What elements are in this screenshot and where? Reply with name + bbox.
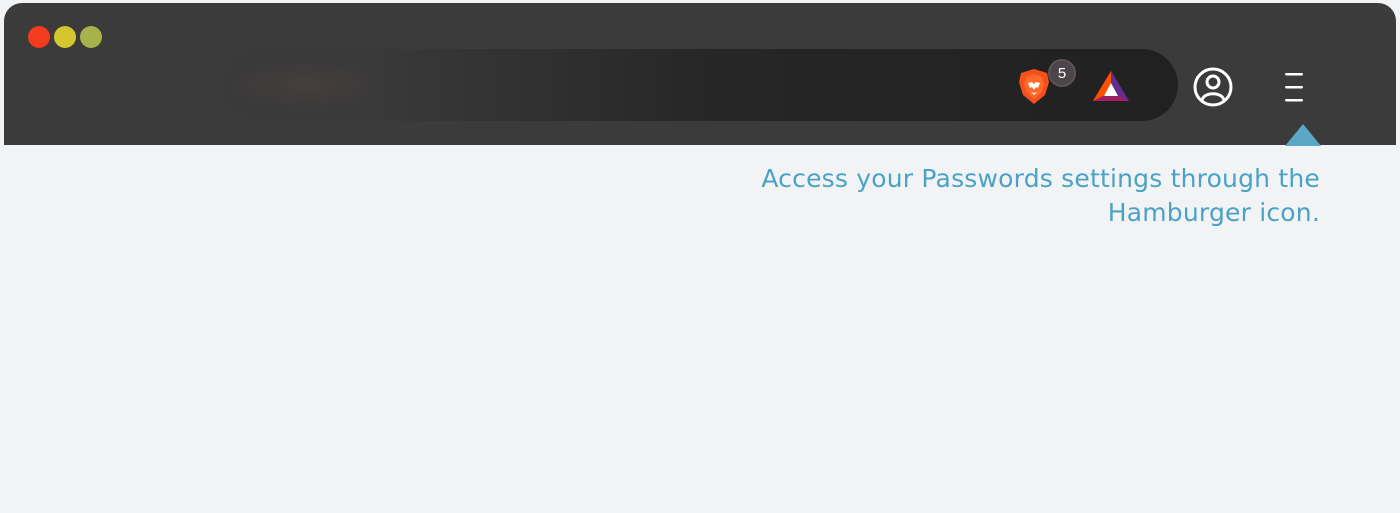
address-bar-blur bbox=[222, 59, 392, 111]
browser-frame: 5 bbox=[4, 3, 1396, 146]
close-window-button[interactable] bbox=[28, 26, 50, 48]
window-controls bbox=[28, 26, 102, 48]
minimize-window-button[interactable] bbox=[54, 26, 76, 48]
profile-icon[interactable] bbox=[1192, 66, 1234, 108]
shield-count-badge: 5 bbox=[1048, 59, 1076, 87]
brave-shield-icon[interactable] bbox=[1016, 68, 1052, 106]
address-bar[interactable]: 5 bbox=[222, 49, 1178, 121]
menu-icon[interactable] bbox=[1282, 70, 1308, 106]
zoom-window-button[interactable] bbox=[80, 26, 102, 48]
tooltip-arrow bbox=[1285, 124, 1321, 146]
passwords-tooltip-text: Access your Passwords settings through t… bbox=[761, 164, 1320, 227]
bat-rewards-icon[interactable] bbox=[1091, 68, 1131, 104]
